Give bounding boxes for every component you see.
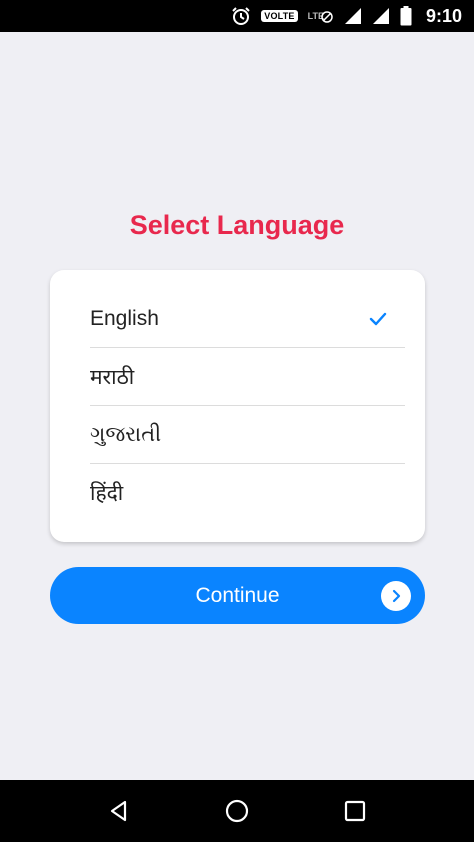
language-list: English मराठी ગુજરાતી हिंदी bbox=[50, 270, 425, 542]
home-icon[interactable] bbox=[217, 791, 257, 831]
signal-icon bbox=[372, 7, 390, 25]
continue-button[interactable]: Continue bbox=[50, 567, 425, 624]
volte-badge: VOLTE bbox=[261, 10, 298, 22]
language-option-english[interactable]: English bbox=[90, 290, 405, 348]
language-selection-screen: Select Language English मराठी ગુજરાતી हि… bbox=[0, 32, 474, 780]
language-option-marathi[interactable]: मराठी bbox=[90, 348, 405, 406]
language-label: ગુજરાતી bbox=[90, 422, 162, 446]
checkmark-icon bbox=[367, 308, 389, 330]
language-label: मराठी bbox=[90, 365, 135, 389]
back-icon[interactable] bbox=[99, 791, 139, 831]
language-option-gujarati[interactable]: ગુજરાતી bbox=[90, 406, 405, 464]
status-bar: VOLTE LTE 9:10 bbox=[0, 0, 474, 32]
clock-time: 9:10 bbox=[425, 5, 462, 26]
language-option-hindi[interactable]: हिंदी bbox=[90, 464, 405, 522]
page-title: Select Language bbox=[129, 210, 345, 240]
navigation-bar bbox=[0, 780, 474, 842]
no-sim-icon: LTE bbox=[308, 8, 334, 24]
continue-label: Continue bbox=[195, 583, 280, 607]
language-label: English bbox=[90, 306, 159, 330]
alarm-icon bbox=[231, 6, 251, 26]
language-label: हिंदी bbox=[90, 482, 124, 505]
recents-icon[interactable] bbox=[335, 791, 375, 831]
chevron-right-circle-icon bbox=[381, 581, 411, 611]
battery-icon bbox=[400, 6, 412, 26]
signal-icon bbox=[344, 7, 362, 25]
